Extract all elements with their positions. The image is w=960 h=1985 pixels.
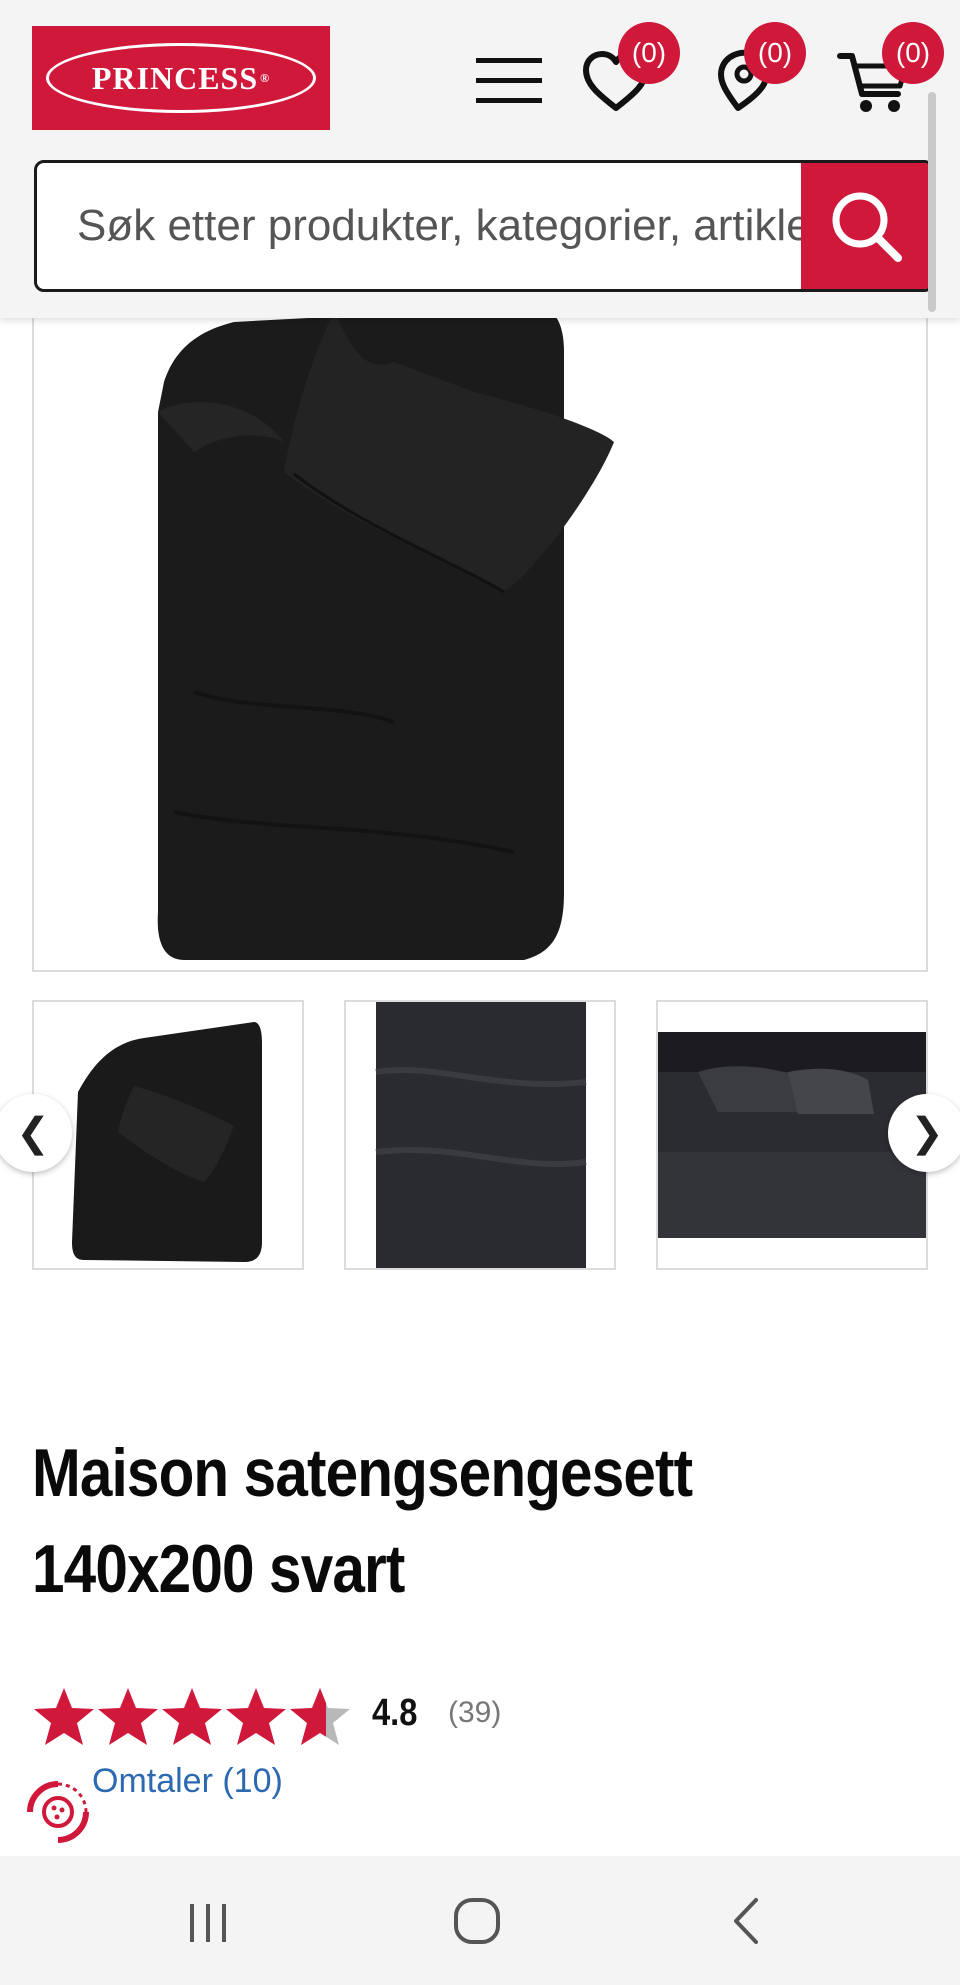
star-icon [162, 1688, 222, 1745]
search-input[interactable] [37, 163, 807, 289]
rating-stars[interactable] [32, 1686, 352, 1748]
page-scrollbar[interactable] [928, 92, 936, 312]
stores-button[interactable]: (0) [708, 22, 806, 118]
rating-value: 4.8 [372, 1692, 418, 1734]
product-title-line1: Maison satengsengesett [32, 1435, 693, 1511]
home-icon [454, 1898, 500, 1944]
product-title-line2: 140x200 svart [32, 1531, 405, 1607]
carousel-next-button[interactable]: ❯ [888, 1094, 960, 1172]
product-title: Maison satengsengesett 140x200 svart [32, 1425, 772, 1617]
menu-icon [476, 58, 542, 103]
search-bar [34, 160, 934, 292]
site-header: PRINCESS ® (0) (0) (0) [0, 0, 960, 318]
cookie-settings-button[interactable] [18, 1772, 98, 1852]
wishlist-button[interactable]: (0) [578, 22, 680, 118]
thumbnail-2[interactable] [344, 1000, 616, 1270]
star-icon [34, 1688, 94, 1745]
rating-count[interactable]: (39) [448, 1696, 501, 1730]
back-icon [734, 1898, 758, 1944]
search-button[interactable] [801, 163, 931, 289]
back-button[interactable] [712, 1886, 782, 1956]
reviews-link[interactable]: Omtaler (10) [92, 1762, 283, 1801]
thumbnail-1[interactable] [32, 1000, 304, 1270]
thumbnail-bedroom-image [658, 1032, 926, 1238]
thumbnail-duvet-flat-image [72, 1022, 262, 1262]
home-button[interactable] [442, 1886, 512, 1956]
menu-button[interactable] [472, 42, 548, 118]
duvet-set-image [157, 306, 614, 960]
cookie-settings-icon [22, 1776, 94, 1848]
thumbnail-duvet-closeup-image [375, 1002, 587, 1268]
main-product-image[interactable] [32, 290, 928, 972]
cart-button[interactable]: (0) [836, 22, 944, 118]
cart-count-badge: (0) [882, 22, 944, 84]
star-icon [290, 1688, 350, 1745]
system-navigation-bar [0, 1856, 960, 1985]
princess-logo[interactable]: PRINCESS ® [32, 26, 330, 130]
recent-apps-button[interactable] [174, 1886, 244, 1956]
logo-registered: ® [260, 70, 271, 85]
recent-apps-icon [190, 1904, 226, 1942]
logo-text: PRINCESS [91, 59, 259, 96]
wishlist-count-badge: (0) [618, 22, 680, 84]
stores-count-badge: (0) [744, 22, 806, 84]
star-icon [98, 1688, 158, 1745]
logo-oval: PRINCESS ® [46, 43, 316, 113]
search-icon [832, 192, 902, 262]
star-icon [226, 1688, 286, 1745]
